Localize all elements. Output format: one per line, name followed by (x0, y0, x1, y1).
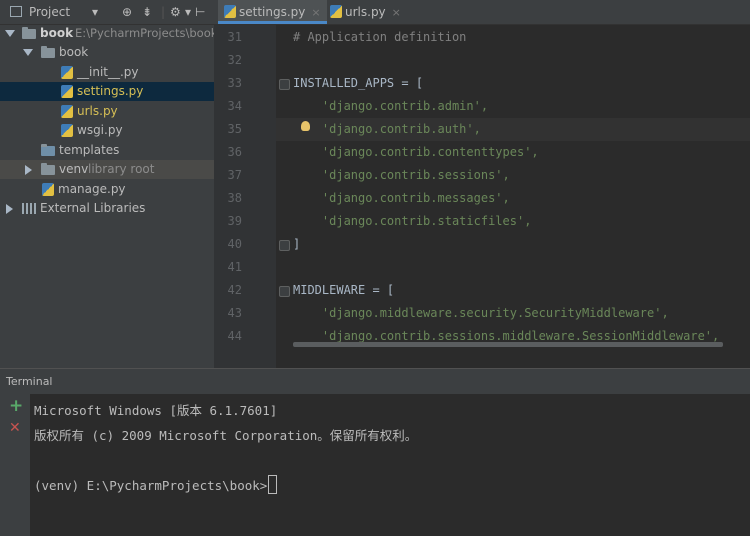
code-line: 'django.contrib.messages', (293, 191, 510, 205)
line-number: 36 (227, 145, 242, 159)
tree-label: settings.py (77, 84, 144, 98)
tree-item-book-package[interactable]: book (0, 43, 214, 62)
close-terminal-icon[interactable]: ✕ (9, 420, 21, 436)
tree-label: venv (59, 162, 89, 176)
pin-icon[interactable]: ▾ (185, 4, 191, 20)
code-line: 'django.contrib.auth', (293, 122, 481, 136)
tab-urls-py[interactable]: urls.py × (324, 0, 407, 24)
fold-marker-icon[interactable] (279, 240, 290, 251)
tab-label: settings.py (239, 5, 306, 19)
tree-item-urls-py[interactable]: urls.py (0, 102, 214, 121)
code-line: # Application definition (293, 30, 467, 44)
terminal-prompt: (venv) E:\PycharmProjects\book> (34, 478, 268, 493)
expand-arrow-icon[interactable] (23, 49, 33, 56)
project-view-icon (10, 6, 22, 17)
terminal-output[interactable]: Microsoft Windows [版本 6.1.7601] 版权所有 (c)… (30, 394, 750, 536)
text-cursor (268, 475, 278, 494)
terminal-toolbar: + ✕ (0, 394, 30, 536)
tree-label: templates (59, 143, 120, 157)
python-file-icon (42, 183, 54, 196)
tree-item-venv[interactable]: venv library root (0, 160, 214, 179)
tree-item-templates[interactable]: templates (0, 141, 214, 160)
tree-item-settings-py[interactable]: settings.py (0, 82, 214, 101)
tree-item-external-libraries[interactable]: External Libraries (0, 199, 214, 218)
line-number: 42 (227, 283, 242, 297)
tree-item-book-root[interactable]: book E:\PycharmProjects\book (0, 24, 218, 43)
package-folder-icon (41, 46, 55, 58)
tree-item-manage-py[interactable]: manage.py (0, 180, 214, 199)
python-file-icon (61, 124, 73, 137)
project-toolbar: Project ▾ ⊕ ⇟ | ⚙ ▾ ⊢ (0, 0, 214, 25)
python-file-icon (61, 85, 73, 98)
close-icon[interactable]: × (311, 6, 320, 19)
tree-label: urls.py (77, 104, 118, 118)
terminal-header: Terminal (0, 368, 750, 394)
code-line: INSTALLED_APPS = [ (293, 76, 424, 90)
code-line: MIDDLEWARE = [ (293, 283, 395, 297)
tab-label: urls.py (345, 5, 386, 19)
add-terminal-icon[interactable]: + (9, 396, 23, 416)
folder-icon (41, 163, 55, 175)
tree-item-wsgi-py[interactable]: wsgi.py (0, 121, 214, 140)
collapse-all-icon[interactable]: ⇟ (142, 4, 152, 20)
horizontal-scrollbar[interactable] (293, 342, 723, 347)
line-number: 31 (227, 30, 242, 44)
terminal-line: Microsoft Windows [版本 6.1.7601] (34, 403, 278, 418)
code-line: ] (293, 237, 301, 251)
scroll-from-source-icon[interactable]: ⊕ (122, 4, 132, 20)
expand-arrow-icon[interactable] (5, 30, 15, 37)
line-number: 32 (227, 53, 242, 67)
tree-label: manage.py (58, 182, 126, 196)
gear-icon[interactable]: ⚙ (170, 4, 181, 20)
python-file-icon (61, 66, 73, 79)
terminal-line: 版权所有 (c) 2009 Microsoft Corporation。保留所有… (34, 428, 418, 443)
library-icon (22, 203, 36, 214)
line-number: 33 (227, 76, 242, 90)
expand-arrow-icon[interactable] (25, 165, 32, 175)
terminal-title: Terminal (6, 375, 53, 388)
line-number: 44 (227, 329, 242, 343)
code-line: 'django.middleware.security.SecurityMidd… (293, 306, 669, 320)
editor-tab-bar: settings.py × urls.py × (214, 0, 750, 25)
code-line: 'django.contrib.sessions', (293, 168, 510, 182)
code-line: 'django.contrib.contenttypes', (293, 145, 539, 159)
fold-marker-icon[interactable] (279, 286, 290, 297)
line-number: 39 (227, 214, 242, 228)
folder-icon (41, 144, 55, 156)
tree-path: E:\PycharmProjects\book (75, 26, 218, 40)
tree-item-init-py[interactable]: __init__.py (0, 63, 214, 82)
tree-label: wsgi.py (77, 123, 123, 137)
line-number: 40 (227, 237, 242, 251)
tab-settings-py[interactable]: settings.py × (218, 0, 327, 24)
close-icon[interactable]: × (392, 6, 401, 19)
line-number: 34 (227, 99, 242, 113)
tree-note: library root (88, 162, 155, 176)
line-number: 38 (227, 191, 242, 205)
line-number: 43 (227, 306, 242, 320)
python-file-icon (330, 5, 342, 18)
chevron-down-icon[interactable]: ▾ (92, 4, 98, 20)
tree-label: External Libraries (40, 201, 146, 215)
tree-label: book (40, 26, 74, 40)
line-number: 35 (227, 122, 242, 136)
line-number: 37 (227, 168, 242, 182)
project-view-selector[interactable]: Project (29, 4, 70, 20)
python-file-icon (61, 105, 73, 118)
folder-icon (22, 27, 36, 39)
code-line: 'django.contrib.staticfiles', (293, 214, 532, 228)
tree-label: book (59, 45, 89, 59)
fold-marker-icon[interactable] (279, 79, 290, 90)
terminal-prompt-line: (venv) E:\PycharmProjects\book> (34, 475, 278, 494)
code-line: 'django.contrib.admin', (293, 99, 489, 113)
tree-label: __init__.py (77, 65, 139, 79)
expand-arrow-icon[interactable] (6, 204, 13, 214)
hide-panel-icon[interactable]: ⊢ (195, 4, 205, 20)
python-file-icon (224, 5, 236, 18)
separator: | (161, 5, 166, 19)
line-number: 41 (227, 260, 242, 274)
